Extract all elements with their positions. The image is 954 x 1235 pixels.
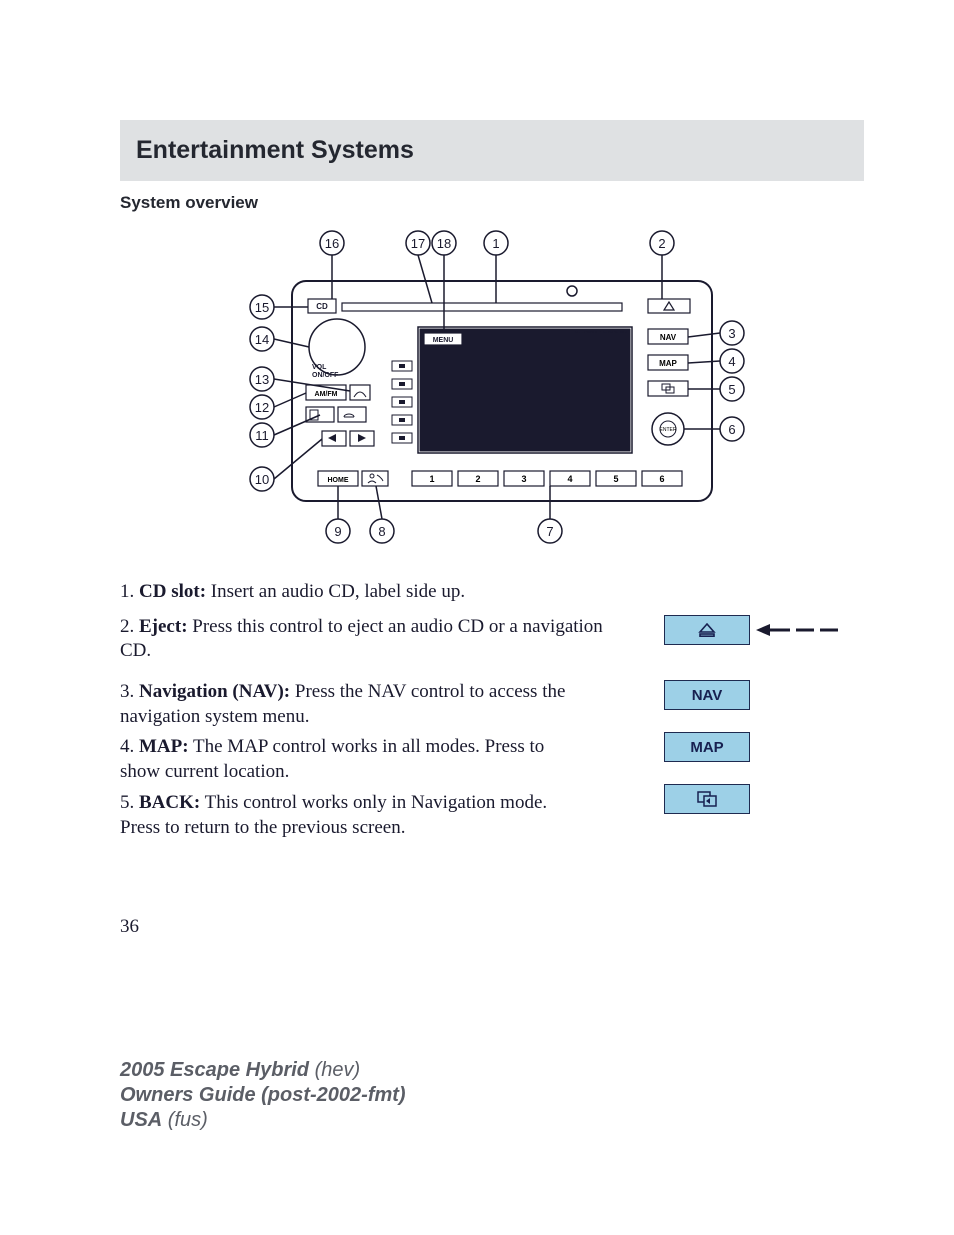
- page: Entertainment Systems System overview CD…: [0, 0, 954, 1173]
- svg-text:5: 5: [728, 382, 735, 397]
- enter-label: ENTER: [660, 427, 677, 433]
- nav-label: NAV: [660, 333, 677, 342]
- svg-text:2: 2: [658, 236, 665, 251]
- footer-line-3: USA (fus): [120, 1108, 864, 1133]
- eject-button-graphic: [664, 615, 750, 645]
- map-label: MAP: [659, 359, 677, 368]
- svg-text:3: 3: [521, 474, 526, 484]
- compat-label: CD CHANGER COMPATIBLE: [575, 329, 629, 334]
- page-number: 36: [120, 916, 864, 938]
- item-4: 4. MAP: The MAP control works in all mod…: [120, 735, 588, 784]
- footer-line-1: 2005 Escape Hybrid (hev): [120, 1058, 864, 1083]
- svg-text:9: 9: [334, 524, 341, 539]
- svg-text:18: 18: [437, 236, 451, 251]
- pointer-arrow-icon: [756, 623, 846, 637]
- svg-text:17: 17: [411, 236, 425, 251]
- amfm-label: AM/FM: [315, 391, 338, 398]
- svg-text:13: 13: [255, 372, 269, 387]
- footer-line-2: Owners Guide (post-2002-fmt): [120, 1083, 864, 1108]
- footer: 2005 Escape Hybrid (hev) Owners Guide (p…: [120, 1058, 864, 1133]
- svg-text:12: 12: [255, 400, 269, 415]
- item-3: 3. Navigation (NAV): Press the NAV contr…: [120, 680, 588, 729]
- svg-text:14: 14: [255, 332, 269, 347]
- svg-text:7: 7: [546, 524, 553, 539]
- cd-label: CD: [316, 302, 328, 311]
- home-label: HOME: [328, 477, 349, 484]
- eject-icon: [698, 623, 716, 637]
- map-button-graphic: MAP: [664, 732, 750, 762]
- item-2: 2. Eject: Press this control to eject an…: [120, 615, 624, 664]
- system-diagram: CD VOL ON/OFF CD CHANGER COMPATIBLE MENU…: [232, 221, 752, 556]
- svg-text:11: 11: [255, 428, 269, 443]
- item-5: 5. BACK: This control works only in Navi…: [120, 791, 588, 840]
- menu-label: MENU: [433, 337, 454, 344]
- item-2-row: 2. Eject: Press this control to eject an…: [120, 615, 864, 664]
- onoff-label: ON/OFF: [312, 372, 339, 379]
- svg-text:3: 3: [728, 326, 735, 341]
- lower-items-row: 3. Navigation (NAV): Press the NAV contr…: [120, 680, 864, 846]
- back-icon: [697, 791, 717, 807]
- diagram-svg: CD VOL ON/OFF CD CHANGER COMPATIBLE MENU…: [232, 221, 752, 551]
- vol-label: VOL: [312, 364, 327, 371]
- section-header: Entertainment Systems: [120, 120, 864, 181]
- subheading: System overview: [120, 193, 864, 213]
- nav-button-graphic: NAV: [664, 680, 750, 710]
- svg-text:4: 4: [728, 354, 735, 369]
- svg-text:6: 6: [728, 422, 735, 437]
- item-1: 1. CD slot: Insert an audio CD, label si…: [120, 580, 864, 605]
- page-title: Entertainment Systems: [136, 136, 848, 165]
- preset-buttons: 1 2 3 4 5 6: [412, 471, 682, 486]
- svg-text:1: 1: [429, 474, 434, 484]
- svg-text:6: 6: [659, 474, 664, 484]
- svg-text:2: 2: [475, 474, 480, 484]
- svg-text:4: 4: [567, 474, 572, 484]
- svg-text:16: 16: [325, 236, 339, 251]
- svg-text:8: 8: [378, 524, 385, 539]
- back-button-graphic: [664, 784, 750, 814]
- svg-text:1: 1: [492, 236, 499, 251]
- svg-text:15: 15: [255, 300, 269, 315]
- svg-text:10: 10: [255, 472, 269, 487]
- svg-text:5: 5: [613, 474, 618, 484]
